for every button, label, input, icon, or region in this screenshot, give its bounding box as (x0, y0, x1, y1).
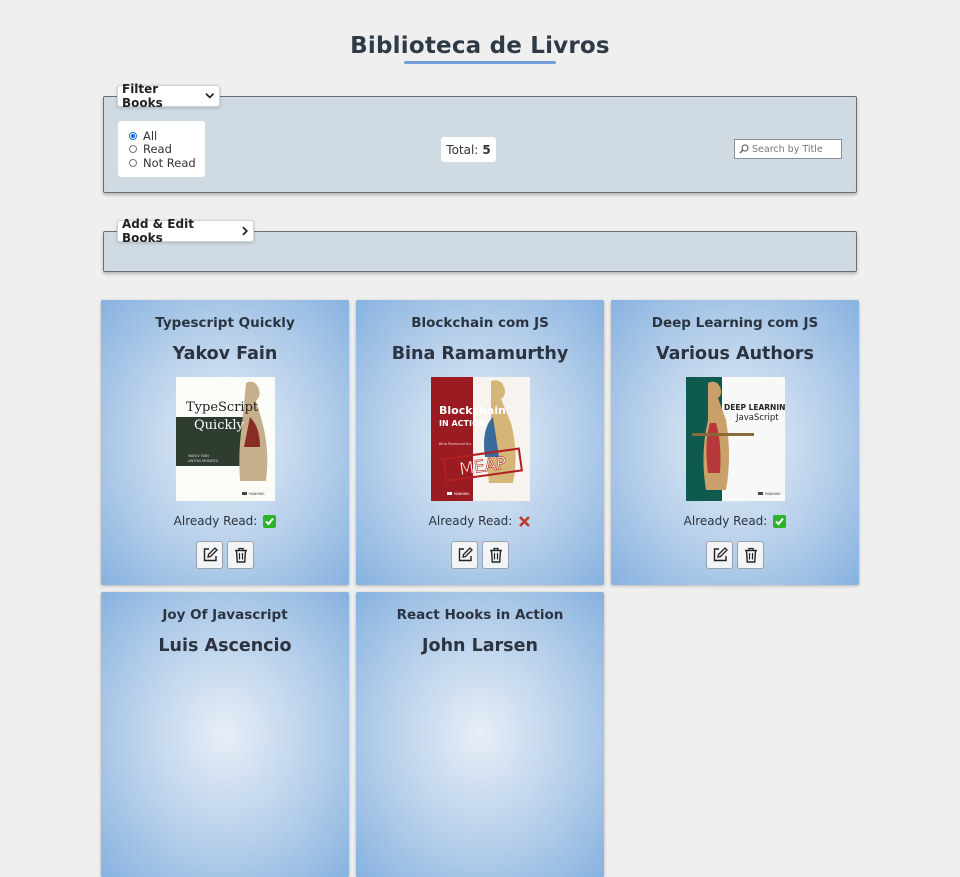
book-title: Blockchain com JS (411, 315, 549, 331)
radio-not-read[interactable] (129, 158, 137, 167)
check-icon (773, 514, 787, 528)
search-input[interactable] (752, 143, 838, 155)
cover-title-2: JavaScript (735, 413, 779, 423)
book-author: John Larsen (422, 636, 538, 656)
book-cover: Blockchain IN ACTION Bina Ramamurthy MEA… (431, 377, 530, 501)
edit-button[interactable] (196, 541, 223, 569)
read-status-row: Already Read: (356, 514, 604, 528)
cover-publisher: MANNING (765, 492, 781, 496)
book-author: Bina Ramamurthy (391, 344, 569, 364)
total-count: Total: 5 (441, 137, 496, 162)
delete-button[interactable] (482, 541, 509, 569)
radio-all[interactable] (129, 131, 137, 140)
cover-title-1: TypeScript (186, 400, 259, 415)
edit-button[interactable] (706, 541, 733, 569)
cover-sub: Bina Ramamurthy (439, 442, 472, 446)
book-cover: DEEP LEARNING JavaScript MANNING (686, 377, 785, 501)
delete-button[interactable] (737, 541, 764, 569)
edit-icon (458, 547, 473, 562)
book-card: Typescript Quickly Yakov Fain TypeScript… (101, 300, 349, 585)
book-title: Deep Learning com JS (651, 315, 819, 331)
book-title: Typescript Quickly (155, 315, 295, 331)
book-cover: TypeScript Quickly YAKOV FAIN ANTON MOIS… (176, 377, 275, 501)
read-status-row: Already Read: (101, 514, 349, 528)
edit-icon (203, 547, 218, 562)
book-card: Blockchain com JS Bina Ramamurthy Blockc… (356, 300, 604, 585)
read-status-label: Already Read: (173, 514, 258, 528)
delete-button[interactable] (227, 541, 254, 569)
filter-books-toggle[interactable]: Filter Books (117, 82, 220, 110)
read-status-label: Already Read: (428, 514, 513, 528)
add-edit-books-toggle[interactable]: Add & Edit Books (117, 217, 254, 245)
book-actions (356, 541, 604, 569)
read-filter-group: All Read Not Read (118, 121, 205, 177)
book-card: Deep Learning com JS Various Authors DEE… (611, 300, 859, 585)
trash-icon (234, 547, 247, 563)
book-author: Yakov Fain (172, 344, 278, 364)
edit-button[interactable] (451, 541, 478, 569)
check-icon (263, 514, 277, 528)
trash-icon (489, 547, 502, 563)
cover-publisher: MANNING (454, 492, 470, 496)
cover-authors-2: ANTON MOISEEV (188, 459, 219, 463)
cover-title-1: DEEP LEARNING (724, 403, 785, 412)
filter-books-label: Filter Books (122, 82, 163, 110)
cover-title-1: Blockchain (439, 404, 506, 417)
cover-authors-1: YAKOV FAIN (188, 454, 209, 458)
book-actions (611, 541, 859, 569)
radio-label-not-read: Not Read (143, 155, 196, 170)
cover-title-2: IN ACTION (439, 419, 485, 428)
add-edit-books-label: Add & Edit Books (122, 217, 194, 245)
book-title: Joy Of Javascript (162, 607, 288, 623)
title-underline (404, 61, 556, 64)
radio-label-all: All (143, 128, 158, 143)
book-card: React Hooks in Action John Larsen (356, 592, 604, 877)
edit-icon (713, 547, 728, 562)
radio-option-all[interactable]: All (129, 129, 205, 143)
read-status-row: Already Read: (611, 514, 859, 528)
chevron-down-icon (205, 93, 215, 99)
read-status-label: Already Read: (683, 514, 768, 528)
book-actions (101, 541, 349, 569)
book-author: Various Authors (656, 344, 814, 364)
cover-publisher: MANNING (249, 492, 265, 496)
radio-label-read: Read (143, 142, 172, 157)
total-value: 5 (482, 142, 491, 157)
book-card: Joy Of Javascript Luis Ascencio (101, 592, 349, 877)
search-icon (739, 144, 749, 154)
book-author: Luis Ascencio (158, 636, 292, 656)
radio-option-read[interactable]: Read (129, 142, 205, 157)
chevron-right-icon (242, 226, 249, 236)
book-title: React Hooks in Action (396, 607, 564, 623)
search-box[interactable] (734, 139, 842, 159)
page-title: Biblioteca de Livros (350, 33, 610, 59)
radio-read[interactable] (129, 145, 137, 154)
radio-option-not-read[interactable]: Not Read (129, 156, 205, 170)
cover-title-2: Quickly (194, 418, 245, 433)
trash-icon (744, 547, 757, 563)
cross-icon (518, 515, 531, 528)
total-label: Total: (446, 142, 479, 157)
